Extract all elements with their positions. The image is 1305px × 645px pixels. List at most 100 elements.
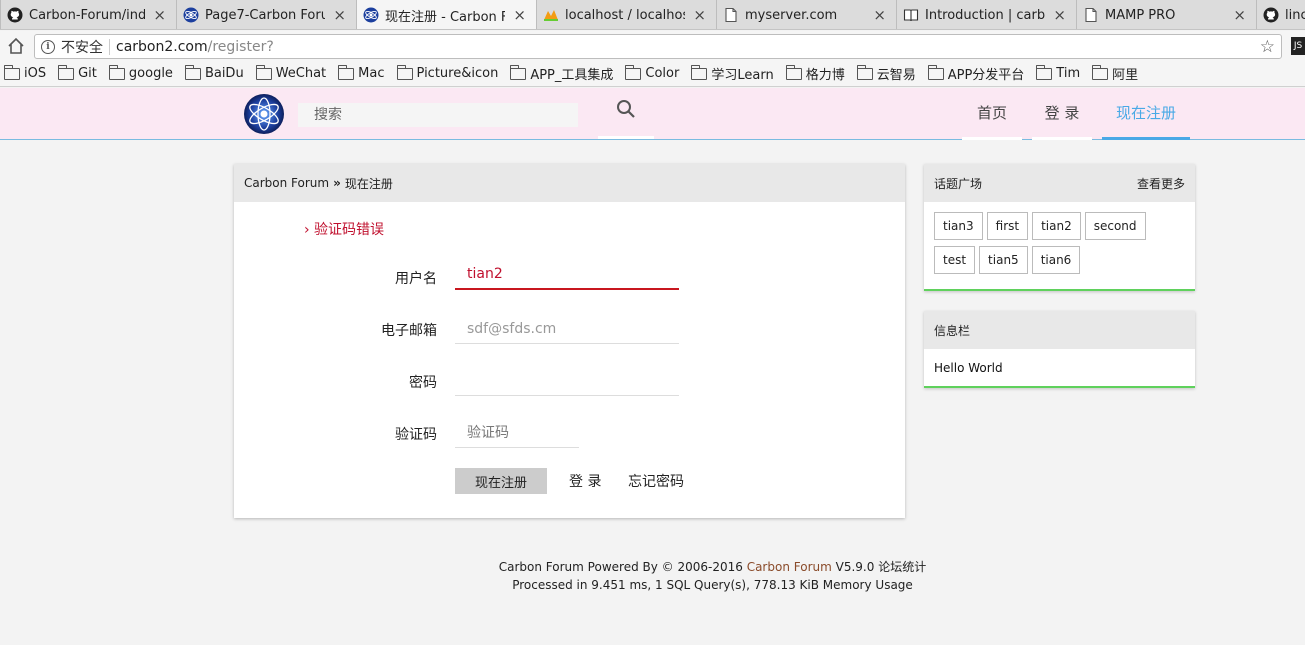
browser-toolbar: i 不安全 carbon2.com /register? ☆ JS [0, 31, 1305, 61]
topic-tag[interactable]: second [1084, 212, 1146, 240]
topic-tag[interactable]: tian5 [979, 246, 1028, 274]
carbon-logo-icon[interactable] [243, 93, 285, 135]
bookmark-folder[interactable]: 学习Learn [691, 64, 774, 83]
browser-tab[interactable]: 现在注册 - Carbon For × [356, 0, 536, 29]
bookmark-folder[interactable]: 云智易 [856, 64, 916, 83]
carbon-logo-icon [363, 7, 379, 23]
footer-stats-link[interactable]: 论坛统计 [878, 560, 926, 574]
address-path: /register? [207, 38, 274, 55]
topics-panel: 话题广场 查看更多 tian3 first tian2 second test tian5… [924, 164, 1195, 291]
tab-close-icon[interactable]: × [153, 6, 166, 24]
tab-close-icon[interactable]: × [513, 6, 526, 24]
bookmark-folder[interactable]: Tim [1036, 64, 1080, 81]
bookmark-folder[interactable]: iOS [4, 64, 47, 81]
tab-close-icon[interactable]: × [1233, 6, 1246, 24]
folder-icon [856, 64, 873, 80]
username-input[interactable] [455, 260, 679, 290]
bookmark-label: iOS [24, 66, 47, 81]
error-message: › 验证码错误 [304, 222, 385, 238]
breadcrumb-site-link[interactable]: Carbon Forum [244, 176, 329, 190]
info-icon[interactable]: i [41, 39, 55, 54]
search-input[interactable] [298, 103, 578, 127]
captcha-input[interactable] [455, 418, 579, 448]
topic-tag[interactable]: test [934, 246, 976, 274]
username-label: 用户名 [395, 271, 437, 287]
folder-icon [338, 64, 355, 80]
browser-tab[interactable]: Page7-Carbon Forum × [176, 0, 356, 29]
bookmark-folder[interactable]: APP分发平台 [927, 64, 1025, 83]
register-button[interactable]: 现在注册 [455, 468, 547, 494]
bookmark-label: Git [78, 66, 97, 81]
browser-tab-title: linc [1285, 7, 1305, 23]
home-icon[interactable] [6, 36, 26, 56]
footer-line-2: Processed in 9.451 ms, 1 SQL Query(s), 7… [512, 578, 913, 592]
bookmark-folder[interactable]: BaiDu [184, 64, 244, 81]
breadcrumb-current: 现在注册 [344, 176, 393, 191]
breadcrumb: Carbon Forum » 现在注册 [234, 164, 905, 202]
browser-tab-title: 现在注册 - Carbon For [385, 9, 505, 25]
folder-icon [927, 64, 944, 80]
footer-carbon-link[interactable]: Carbon Forum [747, 560, 832, 574]
browser-tab[interactable]: localhost / localhost / × [536, 0, 716, 29]
password-label: 密码 [409, 375, 437, 391]
tab-close-icon[interactable]: × [873, 6, 886, 24]
nav-home[interactable]: 首页 [962, 88, 1022, 140]
bookmark-label: APP分发平台 [947, 68, 1025, 83]
extension-icon[interactable]: JS [1291, 37, 1305, 55]
topics-title: 话题广场 [934, 176, 983, 191]
bookmark-folder[interactable]: Git [58, 64, 97, 81]
tab-close-icon[interactable]: × [1053, 6, 1066, 24]
browser-tab-title: Introduction | carbonf [925, 7, 1046, 23]
address-bar[interactable]: i 不安全 carbon2.com /register? ☆ [34, 34, 1282, 59]
browser-tab-bar: Carbon-Forum/index.p × Page7-Carbon Forum ×… [0, 0, 1305, 30]
bookmark-folder[interactable]: Mac [338, 64, 385, 81]
captcha-label: 验证码 [395, 427, 437, 443]
nav-register[interactable]: 现在注册 [1102, 88, 1190, 140]
password-input[interactable] [455, 366, 679, 396]
bookmark-label: google [128, 66, 173, 81]
info-title: 信息栏 [934, 323, 971, 338]
bookmark-folder[interactable]: Color [625, 64, 680, 81]
browser-tab[interactable]: linc [1256, 0, 1305, 29]
bookmark-label: APP_工具集成 [530, 68, 614, 83]
bookmark-folder[interactable]: 阿里 [1092, 64, 1138, 83]
folder-icon [785, 64, 802, 80]
nav-login[interactable]: 登 录 [1032, 88, 1092, 140]
tab-close-icon[interactable]: × [333, 6, 346, 24]
bookmark-star-icon[interactable]: ☆ [1260, 37, 1275, 57]
forgot-password-link[interactable]: 忘记密码 [628, 471, 684, 491]
topic-tag[interactable]: tian3 [934, 212, 983, 240]
folder-icon [691, 64, 708, 80]
browser-tab[interactable]: Introduction | carbonf × [896, 0, 1076, 29]
footer-version: V5.9.0 [835, 560, 875, 574]
browser-tab[interactable]: Carbon-Forum/index.p × [0, 0, 176, 29]
topic-tag[interactable]: tian2 [1032, 212, 1081, 240]
security-label: 不安全 [61, 39, 103, 56]
topic-tag[interactable]: tian6 [1031, 246, 1081, 274]
topic-tag[interactable]: first [986, 212, 1029, 240]
folder-icon [510, 64, 527, 80]
search-button[interactable] [598, 99, 654, 139]
address-host: carbon2.com [116, 38, 208, 55]
info-header: 信息栏 [924, 311, 1195, 349]
bookmark-folder[interactable]: APP_工具集成 [510, 64, 613, 83]
tab-close-icon[interactable]: × [693, 6, 706, 24]
folder-icon [1036, 64, 1053, 80]
pma-icon [543, 7, 559, 23]
email-input[interactable] [455, 314, 679, 344]
carbon-logo-icon [183, 7, 199, 23]
bookmark-label: Color [645, 66, 680, 81]
page-icon [1083, 7, 1099, 23]
bookmark-folder[interactable]: WeChat [255, 64, 326, 81]
topics-more-link[interactable]: 查看更多 [1137, 175, 1185, 192]
bookmark-folder[interactable]: 格力博 [785, 64, 845, 83]
browser-tab[interactable]: myserver.com × [716, 0, 896, 29]
bookmark-folder[interactable]: google [108, 64, 173, 81]
browser-tab-title: Page7-Carbon Forum [205, 7, 325, 23]
browser-tab[interactable]: MAMP PRO × [1076, 0, 1256, 29]
login-link[interactable]: 登 录 [569, 471, 601, 491]
site-header: 首页 登 录 现在注册 [0, 88, 1305, 140]
folder-icon [108, 64, 125, 80]
bookmark-folder[interactable]: Picture&icon [396, 64, 498, 81]
browser-tab-title: localhost / localhost / [565, 7, 685, 23]
